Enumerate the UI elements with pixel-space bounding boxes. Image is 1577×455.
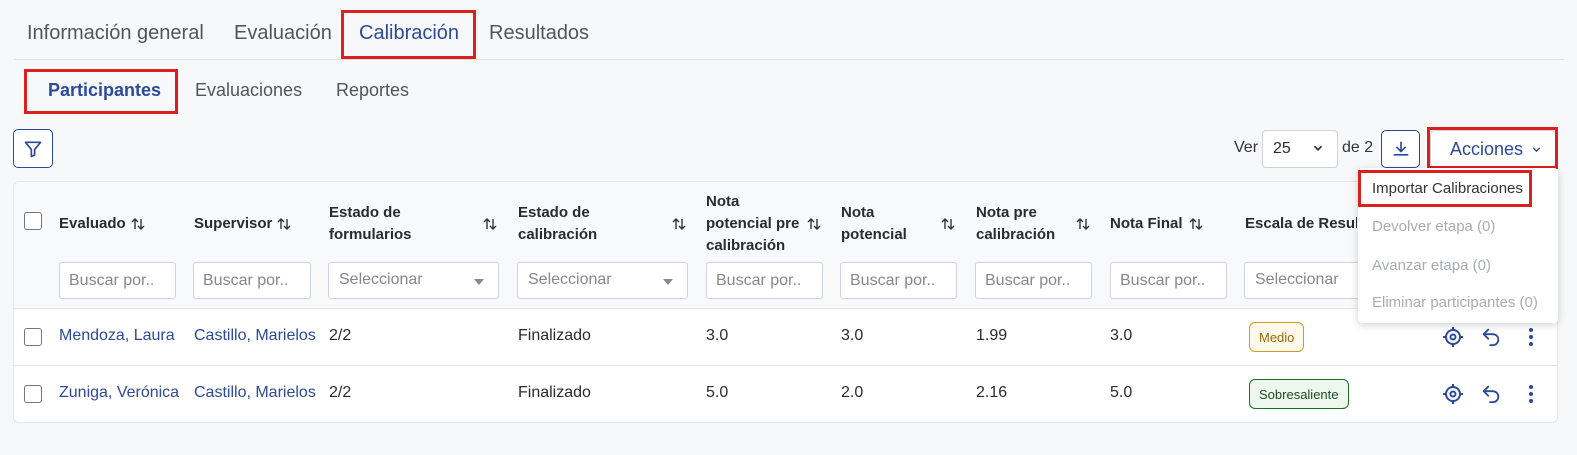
search-input-nota-pre[interactable]: Buscar por.. (975, 262, 1092, 299)
cell-nota-potencial: 2.0 (841, 384, 864, 401)
cell-nota-potencial: 3.0 (841, 327, 864, 344)
cell-evaluado[interactable]: Mendoza, Laura (59, 327, 175, 345)
target-icon[interactable] (1441, 382, 1465, 406)
download-button[interactable] (1381, 130, 1420, 168)
tab-calibracion[interactable]: Calibración (359, 22, 459, 45)
search-input-nota-potencial[interactable]: Buscar por.. (840, 262, 957, 299)
sort-icon[interactable] (276, 216, 292, 232)
col-nota-pre-calibracion[interactable]: Nota pre calibración (976, 202, 1055, 246)
menu-item-eliminar-participantes[interactable]: Eliminar participantes (0) (1372, 294, 1538, 311)
cell-calibracion: Finalizado (518, 327, 591, 344)
col-escala-resultados[interactable]: Escala de Resul (1245, 213, 1357, 235)
page-size-select[interactable]: 25 (1262, 130, 1338, 168)
cell-formularios: 2/2 (329, 384, 352, 401)
col-estado-calibracion[interactable]: Estado de calibración (518, 202, 597, 246)
subtab-participantes[interactable]: Participantes (48, 80, 161, 101)
page-count-label: de 2 (1342, 139, 1374, 156)
table-row: Mendoza, Laura Castillo, Marielos 2/2 Fi… (14, 309, 1557, 366)
menu-item-avanzar-etapa[interactable]: Avanzar etapa (0) (1372, 257, 1491, 274)
caret-down-icon (474, 279, 484, 285)
tab-resultados[interactable]: Resultados (489, 22, 589, 45)
acciones-button[interactable]: Acciones (1430, 130, 1556, 168)
search-input-evaluado[interactable]: Buscar por.. (59, 262, 176, 299)
filter-button[interactable] (13, 129, 53, 168)
cell-supervisor[interactable]: Castillo, Marielos (194, 327, 316, 345)
cell-nota-final: 3.0 (1110, 327, 1133, 344)
download-icon (1393, 141, 1408, 156)
chevron-down-icon (1532, 147, 1541, 153)
select-escala[interactable]: Seleccionar (1244, 262, 1364, 299)
caret-down-icon (663, 279, 673, 285)
row-checkbox[interactable] (24, 328, 42, 346)
subtab-reportes[interactable]: Reportes (336, 80, 409, 101)
status-badge-medio: Medio (1249, 322, 1305, 352)
tab-informacion-general[interactable]: Información general (27, 22, 204, 45)
acciones-menu: Importar Calibraciones Devolver etapa (0… (1358, 168, 1558, 323)
sort-icon[interactable] (806, 216, 822, 232)
col-supervisor[interactable]: Supervisor (194, 213, 272, 235)
menu-item-importar-calibraciones[interactable]: Importar Calibraciones (1372, 180, 1523, 197)
table-header: Evaluado Supervisor Estado de formulario… (14, 182, 1557, 309)
cell-nota-pre: 2.16 (976, 384, 1008, 401)
row-checkbox[interactable] (24, 385, 42, 403)
sort-icon[interactable] (671, 216, 687, 232)
select-estado-calibracion[interactable]: Seleccionar (517, 262, 688, 299)
undo-icon[interactable] (1480, 382, 1502, 404)
cell-supervisor[interactable]: Castillo, Marielos (194, 384, 316, 402)
select-estado-formularios[interactable]: Seleccionar (328, 262, 499, 299)
col-nota-potencial[interactable]: Nota potencial (841, 202, 907, 246)
search-input-supervisor[interactable]: Buscar por.. (193, 262, 311, 299)
sort-icon[interactable] (1075, 216, 1091, 232)
cell-formularios: 2/2 (329, 327, 352, 344)
table-row: Zuniga, Verónica Castillo, Marielos 2/2 … (14, 366, 1557, 422)
col-evaluado[interactable]: Evaluado (59, 213, 126, 235)
main-tabs: Información general Evaluación Calibraci… (14, 0, 1564, 60)
more-vertical-icon[interactable] (1521, 382, 1541, 406)
target-icon[interactable] (1441, 325, 1465, 349)
cell-evaluado[interactable]: Zuniga, Verónica (59, 384, 179, 402)
select-all-checkbox[interactable] (24, 212, 42, 230)
sort-icon[interactable] (1188, 216, 1204, 232)
menu-item-devolver-etapa[interactable]: Devolver etapa (0) (1372, 218, 1495, 235)
col-estado-formularios[interactable]: Estado de formularios (329, 202, 412, 246)
col-nota-final[interactable]: Nota Final (1110, 213, 1183, 235)
page-size-label: Ver (1234, 139, 1259, 156)
page-size-value: 25 (1273, 140, 1291, 157)
sort-icon[interactable] (130, 216, 146, 232)
chevron-down-icon (1313, 145, 1323, 151)
more-vertical-icon[interactable] (1521, 325, 1541, 349)
cell-calibracion: Finalizado (518, 384, 591, 401)
cell-nota-pre: 1.99 (976, 327, 1008, 344)
col-nota-potencial-pre[interactable]: Nota potencial pre calibración (706, 191, 799, 257)
acciones-label: Acciones (1450, 139, 1524, 159)
subtab-evaluaciones[interactable]: Evaluaciones (195, 80, 302, 101)
participants-table: Evaluado Supervisor Estado de formulario… (13, 181, 1558, 423)
status-badge-sobresaliente: Sobresaliente (1249, 379, 1349, 409)
cell-nota-final: 5.0 (1110, 384, 1133, 401)
undo-icon[interactable] (1480, 325, 1502, 347)
cell-nota-potencial-pre: 3.0 (706, 327, 729, 344)
search-input-nota-potencial-pre[interactable]: Buscar por.. (706, 262, 823, 299)
filter-icon (24, 141, 42, 157)
sort-icon[interactable] (940, 216, 956, 232)
cell-nota-potencial-pre: 5.0 (706, 384, 729, 401)
sort-icon[interactable] (482, 216, 498, 232)
tab-evaluacion[interactable]: Evaluación (234, 22, 332, 45)
search-input-nota-final[interactable]: Buscar por.. (1110, 262, 1227, 299)
